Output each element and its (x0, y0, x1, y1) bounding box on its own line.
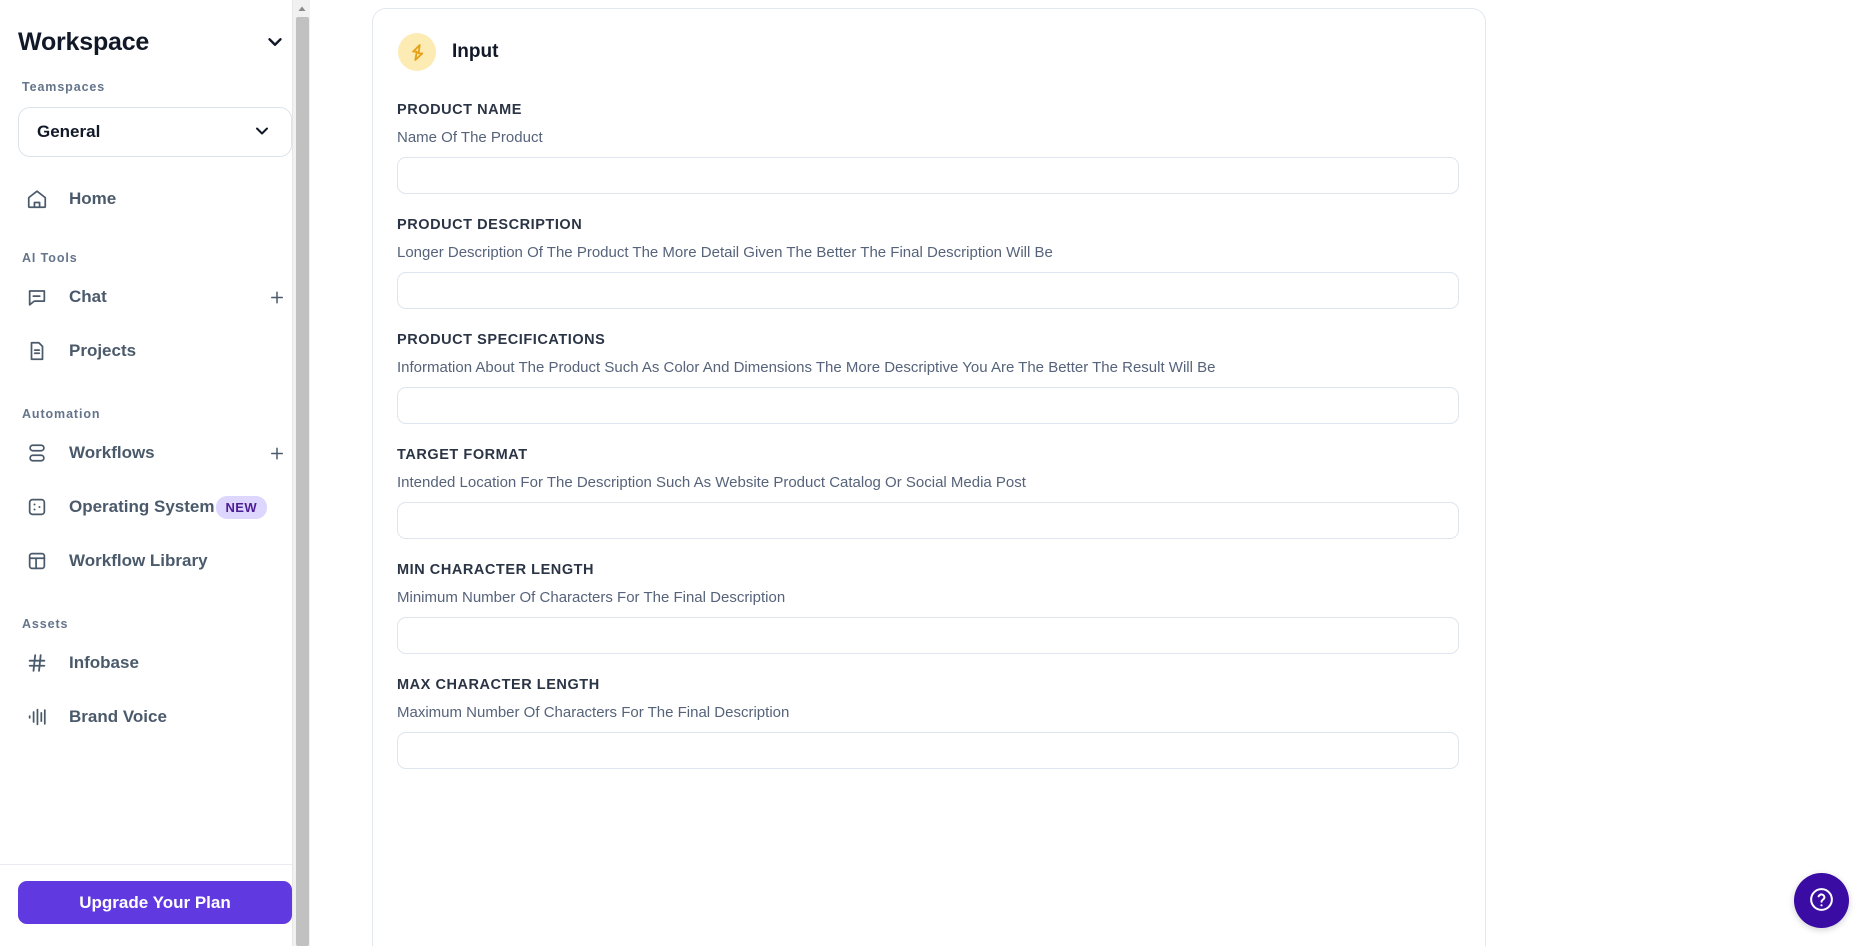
lightning-bolt-icon (398, 33, 436, 71)
field-product-specifications: PRODUCT SPECIFICATIONS Information About… (397, 332, 1461, 424)
sidebar-item-label: Operating System (69, 497, 215, 516)
product-name-input[interactable] (397, 157, 1459, 194)
assets-section-label: Assets (22, 617, 69, 631)
sidebar-item-home[interactable]: Home (18, 177, 292, 221)
workflows-icon (25, 442, 48, 465)
field-min-character-length: MIN CHARACTER LENGTH Minimum Number Of C… (397, 562, 1461, 654)
field-help-text: Minimum Number Of Characters For The Fin… (397, 589, 786, 606)
field-help-text: Maximum Number Of Characters For The Fin… (397, 704, 790, 721)
input-card-header: Input (397, 31, 1461, 71)
operating-system-icon (25, 496, 48, 519)
help-button[interactable] (1794, 873, 1849, 928)
sidebar-item-label: Workflows (69, 443, 155, 462)
sidebar-item-label: Chat (69, 287, 107, 306)
sidebar-footer: Upgrade Your Plan (0, 864, 310, 946)
field-product-description: PRODUCT DESCRIPTION Longer Description O… (397, 217, 1461, 309)
scrollbar-thumb[interactable] (296, 17, 309, 946)
field-label: PRODUCT DESCRIPTION (397, 217, 583, 233)
max-character-length-input[interactable] (397, 732, 1459, 769)
sidebar-item-brand-voice[interactable]: Brand Voice (18, 695, 292, 739)
sidebar-item-label: Projects (69, 341, 137, 360)
page-title: Input (452, 41, 499, 62)
field-label: TARGET FORMAT (397, 447, 528, 463)
workspace-header[interactable]: Workspace (18, 0, 292, 62)
sidebar-item-label: Brand Voice (69, 707, 167, 726)
teamspaces-section-label: Teamspaces (22, 80, 106, 94)
teamspace-select[interactable]: General (18, 107, 292, 157)
teamspace-selected-value: General (37, 122, 101, 141)
ai-tools-section-label: AI Tools (22, 251, 78, 265)
home-icon (25, 188, 48, 211)
question-mark-circle-icon (1808, 886, 1835, 916)
add-chat-button[interactable] (268, 288, 286, 306)
audio-waveform-icon (25, 706, 48, 729)
library-layout-icon (25, 550, 48, 573)
sidebar-item-infobase[interactable]: Infobase (18, 641, 292, 685)
sidebar-item-workflow-library[interactable]: Workflow Library (18, 539, 292, 583)
chevron-down-icon[interactable] (264, 31, 286, 53)
field-label: PRODUCT SPECIFICATIONS (397, 332, 606, 348)
status-badge: NEW (215, 495, 268, 519)
sidebar-item-operating-system[interactable]: Operating System NEW (18, 485, 292, 529)
input-card: Input PRODUCT NAME Name Of The Product P… (372, 8, 1486, 946)
field-help-text: Information About The Product Such As Co… (397, 359, 1216, 376)
automation-section-label: Automation (22, 407, 101, 421)
sidebar-item-projects[interactable]: Projects (18, 329, 292, 373)
field-max-character-length: MAX CHARACTER LENGTH Maximum Number Of C… (397, 677, 1461, 769)
target-format-input[interactable] (397, 502, 1459, 539)
hash-icon (25, 652, 48, 675)
sidebar-item-chat[interactable]: Chat (18, 275, 292, 319)
sidebar-scroll-area: Workspace Teamspaces General Home AI Too… (0, 0, 310, 864)
field-help-text: Longer Description Of The Product The Mo… (397, 244, 1053, 261)
field-target-format: TARGET FORMAT Intended Location For The … (397, 447, 1461, 539)
main-content: Input PRODUCT NAME Name Of The Product P… (310, 0, 1871, 946)
document-icon (25, 340, 48, 363)
page-scrollbar[interactable] (292, 0, 310, 946)
workspace-title: Workspace (18, 27, 150, 56)
chevron-down-icon[interactable] (252, 121, 274, 143)
sidebar-item-label: Workflow Library (69, 551, 208, 570)
field-help-text: Name Of The Product (397, 129, 543, 146)
product-description-input[interactable] (397, 272, 1459, 309)
scroll-up-arrow-icon[interactable] (293, 0, 310, 17)
field-label: MAX CHARACTER LENGTH (397, 677, 600, 693)
product-specifications-input[interactable] (397, 387, 1459, 424)
app-root: Workspace Teamspaces General Home AI Too… (0, 0, 1871, 946)
sidebar-item-workflows[interactable]: Workflows (18, 431, 292, 475)
chat-bubble-icon (25, 286, 48, 309)
sidebar-item-label: Infobase (69, 653, 139, 672)
field-label: PRODUCT NAME (397, 102, 523, 118)
min-character-length-input[interactable] (397, 617, 1459, 654)
add-workflow-button[interactable] (268, 444, 286, 462)
field-product-name: PRODUCT NAME Name Of The Product (397, 102, 1461, 194)
field-help-text: Intended Location For The Description Su… (397, 474, 1026, 491)
field-label: MIN CHARACTER LENGTH (397, 562, 595, 578)
upgrade-plan-button[interactable]: Upgrade Your Plan (18, 881, 292, 924)
sidebar-item-label: Home (69, 189, 117, 208)
sidebar: Workspace Teamspaces General Home AI Too… (0, 0, 310, 946)
